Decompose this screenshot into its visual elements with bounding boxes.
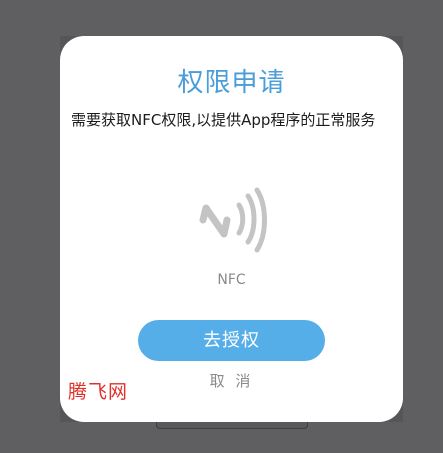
dialog-title: 权限申请 xyxy=(177,68,286,98)
permission-dialog: 权限申请 需要获取NFC权限,以提供App程序的正常服务 NFC 去授权 取 消… xyxy=(60,36,403,422)
nfc-icon xyxy=(199,187,267,253)
watermark: 腾飞网 xyxy=(68,381,129,403)
nfc-label: NFC xyxy=(217,272,246,288)
dialog-message: 需要获取NFC权限,以提供App程序的正常服务 xyxy=(71,111,376,129)
authorize-button[interactable]: 去授权 xyxy=(138,320,325,361)
